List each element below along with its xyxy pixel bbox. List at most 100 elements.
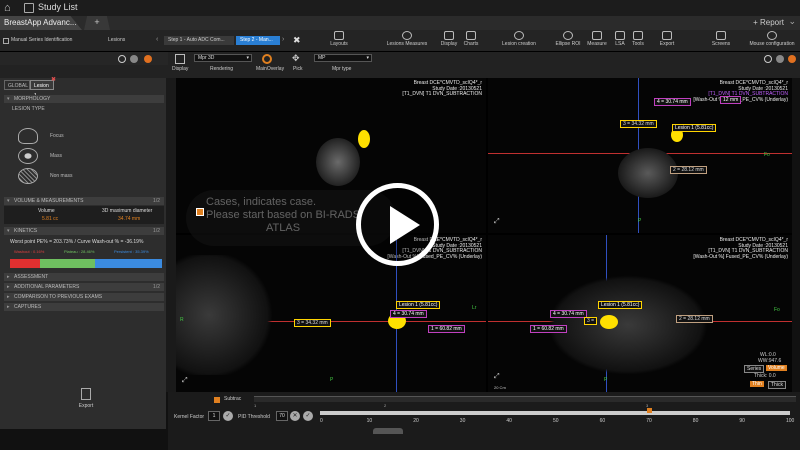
washout-segment — [10, 259, 41, 268]
viewport-bottom-left[interactable]: Breast DCE*CMVTD_scIQ4*_r Study Date :20… — [176, 235, 486, 392]
measure-1-tr[interactable]: 12 mm — [720, 96, 742, 104]
volume-toggle[interactable]: Volume — [766, 365, 787, 371]
report-button[interactable]: + Report — [753, 18, 784, 27]
orange-marker[interactable] — [196, 208, 204, 216]
measure-4-tr[interactable]: 4 = 30.74 mm — [654, 98, 691, 106]
pick-icon[interactable]: ✥ — [292, 53, 300, 64]
viewport-top-right[interactable]: Breast DCE*CMVTD_scIQ4*_r Study Date :20… — [488, 78, 792, 233]
layouts-button[interactable]: Layouts — [322, 31, 356, 51]
study-list-title[interactable]: Study List — [38, 2, 78, 12]
tab-breastapp[interactable]: BreastApp Advanc... — [0, 16, 82, 30]
timeline-slider[interactable] — [254, 396, 796, 402]
prev-step-icon[interactable]: ‹ — [156, 36, 158, 43]
main-overlay-icon[interactable] — [262, 54, 272, 64]
thin-toggle[interactable]: Thin — [750, 381, 764, 387]
settings-icon[interactable] — [130, 55, 138, 63]
rendering-select[interactable]: Mpr 3D ▾ — [194, 54, 252, 62]
timeline-tick-1: 1 — [254, 403, 257, 408]
close-workflow-icon[interactable]: ✖ — [293, 35, 301, 46]
viewer-close-icon[interactable] — [788, 55, 796, 63]
kernel-confirm-icon[interactable]: ✓ — [223, 411, 233, 421]
lesion-label-tr[interactable]: Lesion 1 (5.81cc) — [672, 124, 717, 132]
sliders-icon — [444, 31, 454, 40]
viewport-bottom-right[interactable]: Breast DCE*CMVTD_scIQ4*_r Study Date :20… — [488, 235, 792, 392]
chevron-down-icon: ▾ — [366, 55, 369, 61]
close-panel-icon[interactable] — [144, 55, 152, 63]
measure-3-br[interactable]: 3 = — [584, 317, 598, 325]
tab-global[interactable]: GLOBAL — [4, 80, 30, 90]
panel-splitter[interactable] — [166, 78, 176, 392]
measure-1-bl[interactable]: 1 = 60.82 mm — [428, 325, 465, 333]
morphology-section[interactable]: MORPHOLOGY — [4, 95, 164, 103]
series-identification-label[interactable]: Manual Series Identification — [11, 37, 72, 43]
display-icon[interactable] — [175, 54, 185, 64]
screens-button[interactable]: Screens — [704, 31, 738, 51]
lesion-label-br[interactable]: Lesion 1 (5.81cc) — [598, 301, 643, 309]
close-lesion-tab-icon[interactable]: ✖ — [51, 76, 56, 83]
threshold-tick-label: 100 — [786, 418, 795, 424]
expand-icon-tr[interactable]: ⤢ — [494, 218, 500, 226]
threshold-handle[interactable] — [647, 408, 652, 413]
main-overlay-label: MainOverlay — [256, 66, 285, 72]
lesions-measures-button[interactable]: Lesions Measures — [385, 31, 429, 51]
threshold-slider[interactable] — [320, 411, 790, 415]
step-1-button[interactable]: Step 1 - Auto ADC Com... — [164, 36, 234, 45]
pick-label: Pick — [293, 66, 303, 72]
series-toggle[interactable]: Series — [744, 365, 765, 373]
step-2-button[interactable]: Step 2 - Man... — [236, 36, 280, 45]
washout-legend: Washout : 0.16% — [14, 249, 45, 254]
pid-confirm-icon[interactable]: ✓ — [303, 411, 313, 421]
expand-icon-bl[interactable]: ⤢ — [182, 377, 188, 385]
next-step-icon[interactable]: › — [282, 36, 284, 43]
thick-toggle[interactable]: Thick — [768, 381, 786, 389]
lesion-creation-button[interactable]: Lesion creation — [498, 31, 540, 51]
measure-3-bl[interactable]: 3 = 34.32 mm — [294, 319, 331, 327]
lesion-type-non-mass[interactable]: Non mass — [14, 168, 104, 186]
mouse-configuration-button[interactable]: Mouse configuration — [748, 31, 796, 51]
viewer-settings-icon[interactable] — [776, 55, 784, 63]
lesion-type-focus[interactable]: Focus — [14, 128, 104, 146]
minimize-icon[interactable]: ⌄ — [788, 16, 796, 27]
measure-4-br[interactable]: 4 = 30.74 mm — [550, 310, 587, 318]
threshold-tick-label: 70 — [646, 418, 652, 424]
volume-measurements-section[interactable]: VOLUME & MEASUREMENTS1/2 — [4, 197, 164, 205]
mass-icon — [18, 148, 38, 164]
pid-cancel-icon[interactable]: ✕ — [290, 411, 300, 421]
comparison-section[interactable]: COMPARISON TO PREVIOUS EXAMS — [4, 293, 164, 301]
measure-2-br[interactable]: 2 = 28.12 mm — [676, 315, 713, 323]
lesion-label-bl[interactable]: Lesion 1 (5.81cc) — [396, 301, 441, 309]
focus-icon — [18, 128, 38, 144]
measure-4-bl[interactable]: 4 = 30.74 mm — [390, 310, 427, 318]
viewer-globe-icon[interactable] — [764, 55, 772, 63]
lesion-type-mass[interactable]: Mass — [14, 148, 104, 166]
globe-icon[interactable] — [118, 55, 126, 63]
export-panel-button[interactable]: Export — [74, 388, 98, 416]
bottom-handle[interactable] — [373, 428, 403, 434]
play-button[interactable] — [356, 183, 439, 266]
volume-value: 5.81 cc — [42, 216, 59, 222]
measure-3-tr[interactable]: 3 = 34.32 mm — [620, 120, 657, 128]
lesions-label[interactable]: Lesions — [108, 37, 125, 43]
rendering-value: Mpr 3D — [198, 55, 215, 61]
measure-1-br[interactable]: 1 = 60.82 mm — [530, 325, 567, 333]
home-icon[interactable]: ⌂ — [4, 2, 16, 14]
threshold-ticks: 0 10 20 30 40 50 60 70 80 90 100 — [320, 418, 794, 426]
subtraction-swatch[interactable] — [214, 397, 220, 403]
study-list-icon[interactable] — [24, 3, 34, 13]
new-tab-button[interactable]: + — [84, 16, 110, 30]
additional-parameters-section[interactable]: ADDITIONAL PARAMETERS1/2 — [4, 283, 164, 291]
measure-2-tr[interactable]: 2 = 28.12 mm — [670, 166, 707, 174]
subtraction-label: Subtrac — [224, 396, 242, 402]
kinetics-section[interactable]: KINETICS1/2 — [4, 227, 164, 235]
kernel-factor-input[interactable]: 1 — [208, 411, 220, 421]
mpr-type-select[interactable]: MP ▾ — [314, 54, 372, 62]
export-button[interactable]: Export — [650, 31, 684, 51]
charts-button[interactable]: Charts — [454, 31, 488, 51]
layouts-icon — [334, 31, 344, 40]
assessment-section[interactable]: ASSESSMENT — [4, 273, 164, 281]
chart-icon — [466, 31, 476, 40]
export-icon — [662, 31, 672, 40]
pid-threshold-input[interactable]: 70 — [276, 411, 288, 421]
expand-icon-br[interactable]: ⤢ — [494, 373, 500, 381]
captures-section[interactable]: CAPTURES — [4, 303, 164, 311]
